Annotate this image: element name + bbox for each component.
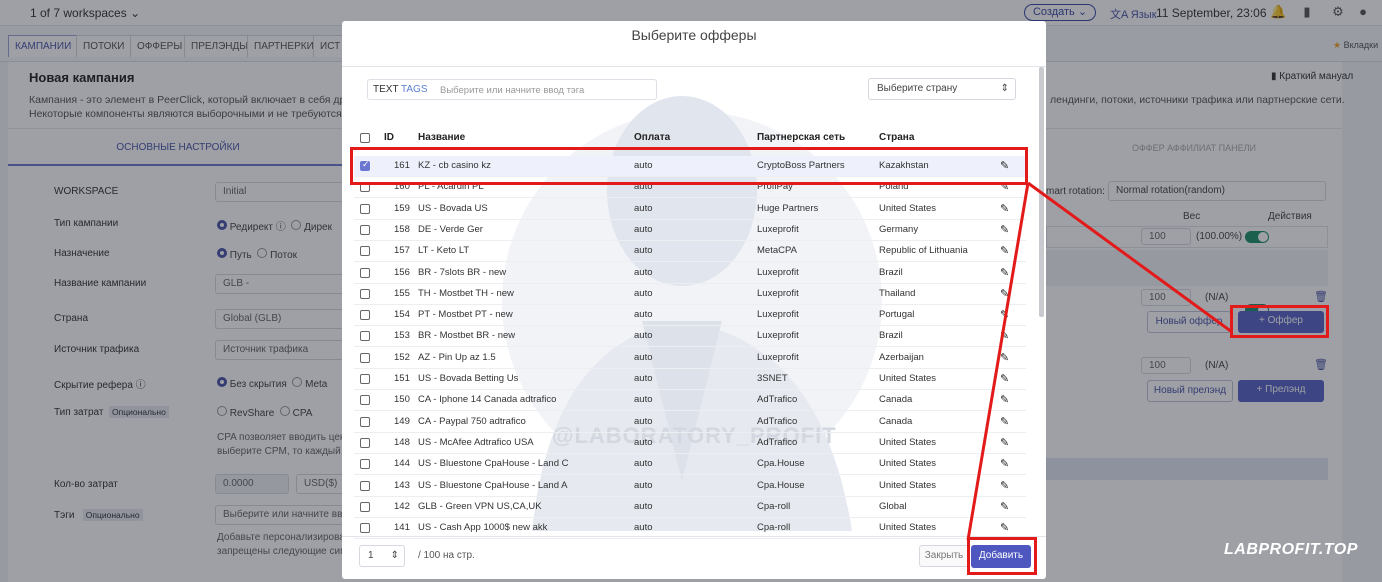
arrow-line-to-add [966, 182, 1030, 541]
brand-watermark: LABPROFIT.TOP [1224, 541, 1358, 558]
arrow-line-to-offer [1027, 181, 1233, 334]
annotation-arrows [966, 181, 1233, 541]
